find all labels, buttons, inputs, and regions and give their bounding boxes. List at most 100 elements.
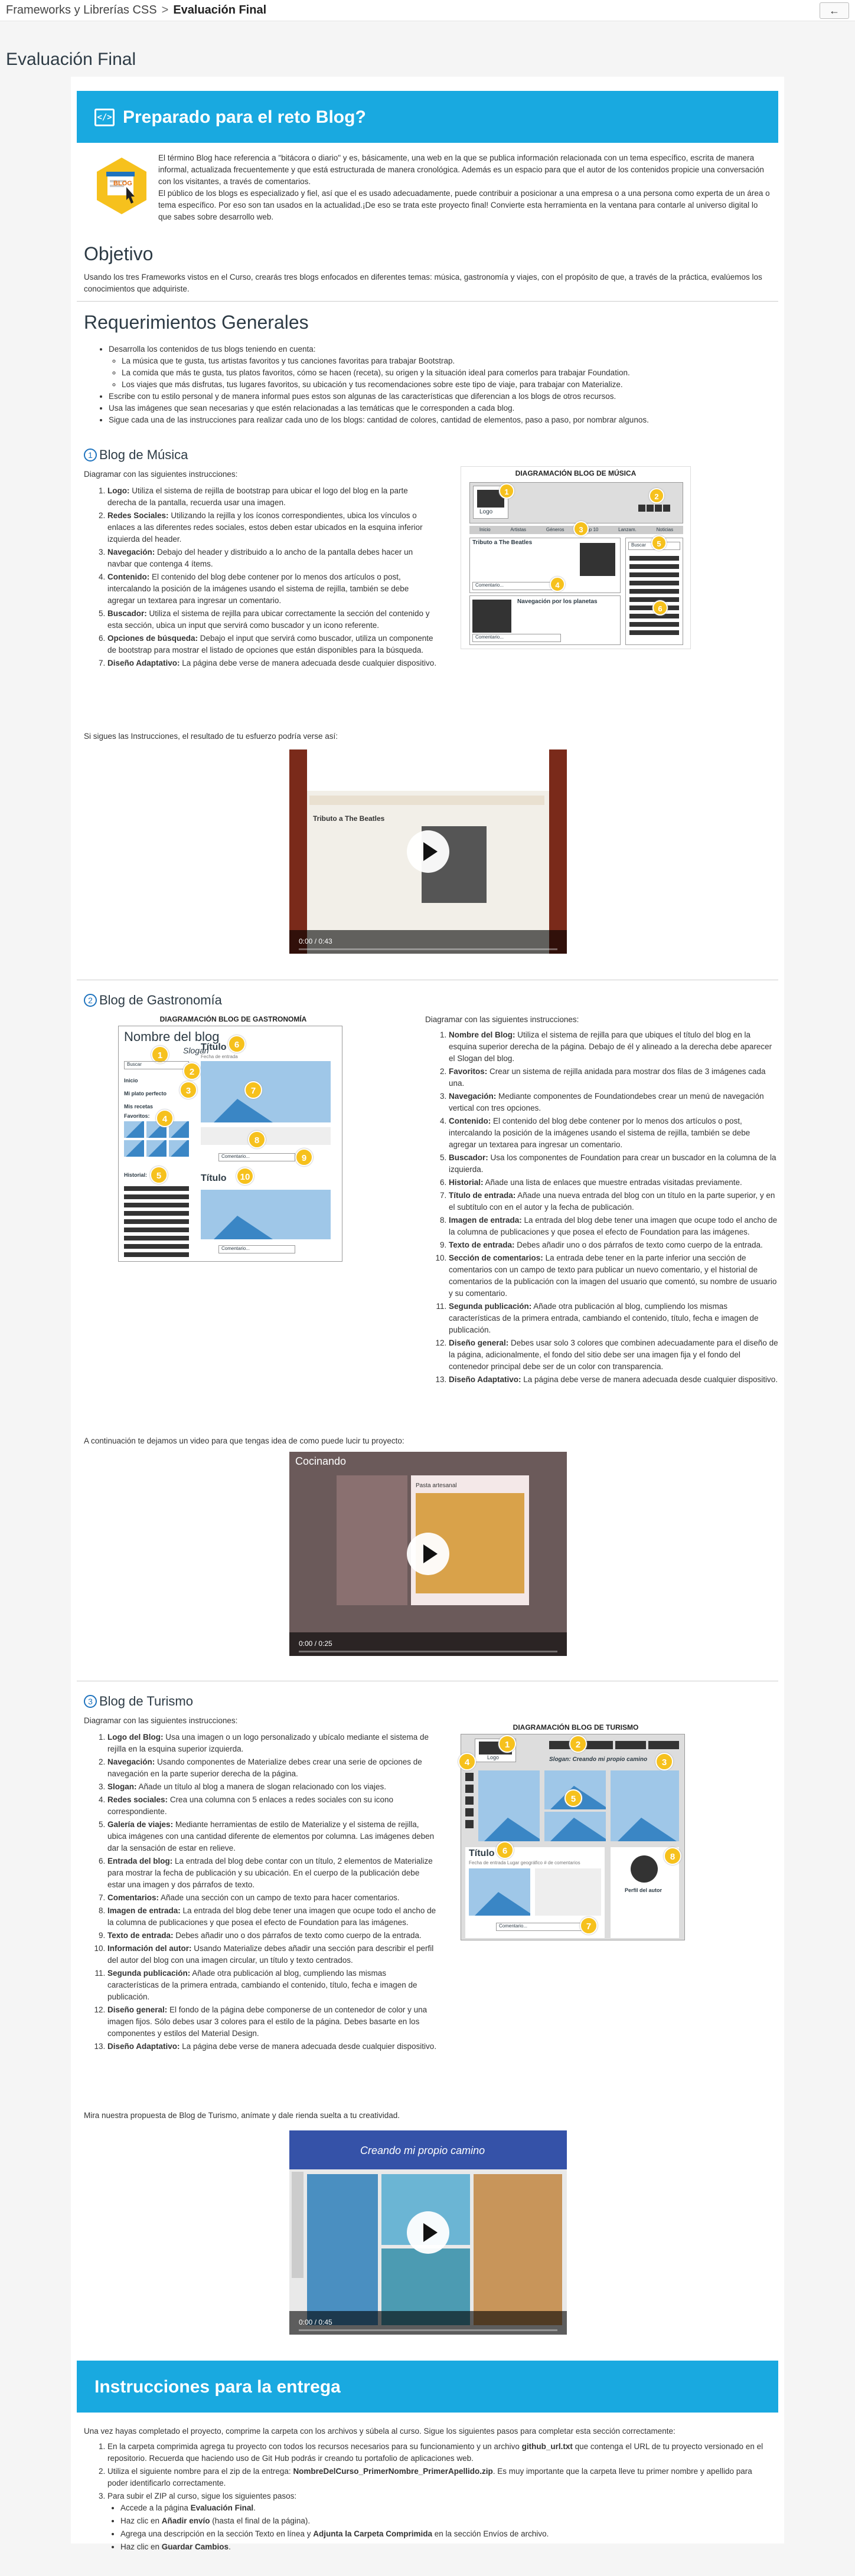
list-item: Navegación: Mediante componentes de Foun… [449, 1091, 778, 1114]
list-item: Redes sociales: Crea una columna con 5 e… [107, 1794, 437, 1818]
diagram-marker-6: 6 [652, 600, 668, 616]
musica-heading: 1 Blog de Música [84, 447, 188, 463]
diagram-marker-3: 3 [573, 521, 589, 536]
list-item: Buscador: Utiliza el sistema de rejilla … [107, 608, 437, 631]
requerimientos-heading: Requerimientos Generales [84, 312, 309, 333]
banner-title: Instrucciones para la entrega [94, 2377, 341, 2397]
diagram-favorites-label: Favoritos: [124, 1113, 150, 1119]
list-item: Nombre del Blog: Utiliza el sistema de r… [449, 1029, 778, 1065]
list-item: Contenido: El contenido del blog debe co… [107, 571, 437, 607]
breadcrumb-separator: > [161, 4, 169, 17]
play-button[interactable] [407, 2211, 449, 2254]
video-time: 0:00 / 0:45 [299, 2318, 332, 2326]
diagram-marker-5: 5 [651, 535, 667, 551]
list-item: La comida que más te gusta, tus platos f… [122, 367, 775, 379]
musica-outro: Si sigues las Instrucciones, el resultad… [84, 732, 338, 741]
list-item: Agrega una descripción en la sección Tex… [120, 2528, 774, 2540]
video-progress-bar[interactable] [299, 2329, 557, 2331]
gastronomia-heading: 2 Blog de Gastronomía [84, 993, 222, 1008]
diagram-marker-4: 4 [156, 1109, 174, 1127]
turismo-diagram: DIAGRAMACIÓN BLOG DE TURISMO Logo 2 Slog… [458, 1723, 691, 1942]
diagram-slogan: Slogan: Creando mi propio camino [549, 1756, 648, 1763]
diagram-marker-5: 5 [150, 1166, 168, 1184]
diagram-marker-3: 3 [655, 1753, 673, 1770]
list-item: Diseño general: El fondo de la página de… [107, 2004, 437, 2040]
diagram-marker-8: 8 [248, 1131, 266, 1148]
diagram-marker-7: 7 [244, 1081, 262, 1099]
diagram-search: Buscar [124, 1061, 189, 1069]
blog-logo-icon: BLOG [92, 156, 151, 215]
list-item: Diseño Adaptativo: La página debe verse … [449, 1374, 778, 1386]
code-icon: </> [94, 109, 115, 126]
back-button[interactable]: ← [820, 2, 849, 19]
list-item: Logo del Blog: Usa una imagen o un logo … [107, 1731, 437, 1755]
diagram-history-label: Historial: [124, 1172, 148, 1178]
list-item: Imagen de entrada: La entrada del blog d… [107, 1905, 437, 1929]
list-item: Los viajes que más disfrutas, tus lugare… [122, 379, 775, 391]
gastronomia-video-player[interactable]: Cocinando Pasta artesanal 0:00 / 0:25 [289, 1452, 567, 1656]
turismo-video-player[interactable]: Creando mi propio camino 0:00 / 0:45 [289, 2130, 567, 2335]
list-item: Información del autor: Usando Materializ… [107, 1943, 437, 1966]
diagram-comment: Comentario... [218, 1153, 295, 1161]
gastronomia-steps: Nombre del Blog: Utiliza el sistema de r… [436, 1029, 778, 1387]
diagram-social-icons [465, 1773, 474, 1850]
video-progress-bar[interactable] [299, 948, 557, 950]
musica-video-player[interactable]: Tributo a The Beatles 0:00 / 0:43 [289, 749, 567, 954]
play-button[interactable] [407, 830, 449, 873]
diagram-marker-3: 3 [180, 1081, 197, 1099]
video-time: 0:00 / 0:25 [299, 1639, 332, 1648]
video-controls: 0:00 / 0:45 [289, 2311, 567, 2335]
list-item: La música que te gusta, tus artistas fav… [122, 355, 775, 367]
diagram-marker-6: 6 [496, 1841, 514, 1859]
gastronomia-diagram: DIAGRAMACIÓN BLOG DE GASTRONOMÍA Nombre … [118, 1015, 348, 1263]
video-controls: 0:00 / 0:25 [289, 1632, 567, 1656]
diagram-marker-2: 2 [569, 1735, 587, 1753]
diagram-marker-9: 9 [295, 1148, 313, 1166]
list-item: Desarrolla los contenidos de tus blogs t… [109, 343, 775, 391]
diagram-post-2: Navegación por los planetas Comentario..… [469, 595, 621, 645]
list-item: Buscador: Usa los componentes de Foundat… [449, 1152, 778, 1176]
list-item: Para subir el ZIP al curso, sigue los si… [107, 2490, 774, 2553]
video-controls: 0:00 / 0:43 [289, 930, 567, 954]
list-item: Opciones de búsqueda: Debajo el input qu… [107, 633, 437, 656]
diagram-marker-1: 1 [498, 1735, 516, 1753]
divider [77, 301, 778, 302]
diagram-marker-4: 4 [550, 577, 565, 592]
diagram-marker-8: 8 [664, 1847, 681, 1865]
diagram-comment: Comentario... [496, 1923, 585, 1931]
main-content: </> Preparado para el reto Blog? BLOG El… [71, 77, 784, 2551]
diagram-marker-5: 5 [564, 1789, 582, 1807]
diagram-title: DIAGRAMACIÓN BLOG DE GASTRONOMÍA [159, 1015, 307, 1023]
video-progress-bar[interactable] [299, 1651, 557, 1652]
gastronomia-intro: Diagramar con las siguientes instruccion… [425, 1015, 579, 1024]
list-item: Texto de entrada: Debes añadir uno o dos… [107, 1930, 437, 1942]
musica-steps: Logo: Utiliza el sistema de rejilla de b… [94, 485, 437, 670]
list-item: Haz clic en Guardar Cambios. [120, 2541, 774, 2553]
breadcrumb-current: Evaluación Final [173, 4, 267, 17]
list-item: Utiliza el siguiente nombre para el zip … [107, 2466, 774, 2489]
list-item: Texto de entrada: Debes añadir uno o dos… [449, 1239, 778, 1251]
diagram-title: Título [469, 1848, 495, 1858]
list-item: Usa las imágenes que sean necesarias y q… [109, 402, 775, 414]
list-item: Galería de viajes: Mediante herramientas… [107, 1819, 437, 1854]
diagram-post-1: Tributo a The Beatles Comentario... [469, 538, 621, 593]
banner-title: Preparado para el reto Blog? [123, 107, 366, 127]
video-site-title: Creando mi propio camino [360, 2145, 485, 2156]
list-item: Accede a la página Evaluación Final. [120, 2502, 774, 2514]
list-item: Segunda publicación: Añade otra publicac… [107, 1968, 437, 2003]
musica-diagram: DIAGRAMACIÓN BLOG DE MÚSICA Logo 1 2 Ini… [461, 466, 691, 649]
play-button[interactable] [407, 1533, 449, 1575]
diagram-marker-6: 6 [228, 1035, 246, 1053]
diagram-sidebar: Buscar [625, 538, 683, 645]
list-item: Historial: Añade una lista de enlaces qu… [449, 1177, 778, 1189]
list-item: Comentarios: Añade una sección con un ca… [107, 1892, 437, 1904]
objetivo-heading: Objetivo [84, 243, 154, 264]
breadcrumb-parent-link[interactable]: Frameworks y Librerías CSS [6, 4, 157, 17]
banner-entrega: Instrucciones para la entrega [77, 2361, 778, 2413]
turismo-intro: Diagramar con las siguientes instruccion… [84, 1716, 238, 1725]
section-number-2: 2 [84, 994, 97, 1007]
diagram-marker-7: 7 [580, 1917, 598, 1935]
requerimientos-list: Desarrolla los contenidos de tus blogs t… [96, 343, 775, 426]
list-item: En la carpeta comprimida agrega tu proye… [107, 2441, 774, 2464]
list-item: Diseño general: Debes usar solo 3 colore… [449, 1337, 778, 1373]
